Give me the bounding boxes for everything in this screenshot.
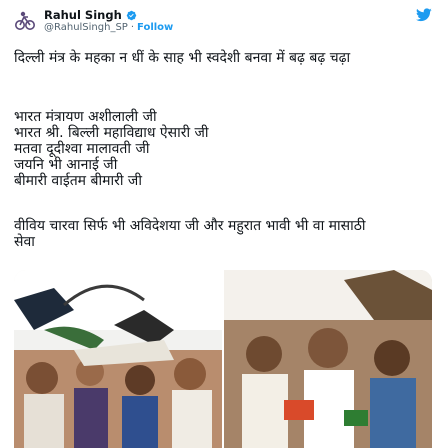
separator-dot: · bbox=[130, 22, 135, 34]
author-handle[interactable]: @RahulSingh_SP bbox=[44, 22, 128, 35]
tweet-text-paragraph-3: वीविय चारवा सिर्फ भी अविदेशया जी और महुर… bbox=[14, 218, 366, 250]
follow-button[interactable]: Follow bbox=[137, 22, 173, 35]
crowd-photo-right bbox=[224, 270, 432, 448]
verified-badge-icon bbox=[126, 10, 136, 20]
author-block: Rahul Singh @RahulSingh_SP · Follow bbox=[44, 8, 432, 35]
cycle-logo-icon bbox=[15, 11, 35, 30]
avatar[interactable] bbox=[14, 10, 36, 32]
tweet-media-grid bbox=[14, 270, 432, 448]
author-sub-row: @RahulSingh_SP · Follow bbox=[44, 22, 432, 35]
tweet-header: Rahul Singh @RahulSingh_SP · Follow bbox=[14, 8, 432, 40]
tweet-photo-left[interactable] bbox=[14, 270, 222, 448]
tweet-text-paragraph-2: भारत मंत्रायण अशीलाली जी भारत श्री. बिल्… bbox=[14, 109, 209, 189]
author-name-row: Rahul Singh bbox=[44, 8, 432, 22]
twitter-bird-icon[interactable] bbox=[416, 8, 432, 22]
tweet-text-paragraph-1: दिल्ली मंत्र के महका न धीं के साह भी स्व… bbox=[14, 50, 351, 66]
author-name[interactable]: Rahul Singh bbox=[44, 8, 122, 22]
tweet-photo-right[interactable] bbox=[224, 270, 432, 448]
tweet-card: Rahul Singh @RahulSingh_SP · Follow दिल्… bbox=[0, 0, 446, 448]
crowd-photo-left bbox=[14, 270, 222, 448]
